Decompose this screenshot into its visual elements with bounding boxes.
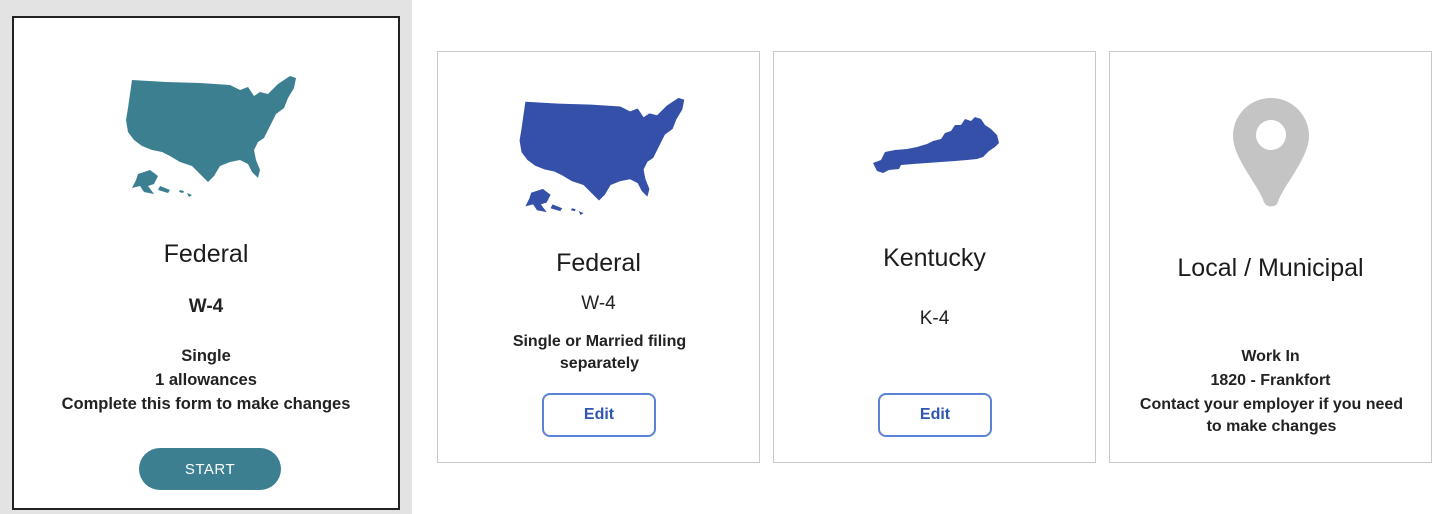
allowances: 1 allowances [155,371,257,389]
filing-status: Single or Married filing separately [512,333,687,372]
kentucky-card: Kentucky K-4 Edit [773,51,1096,463]
kentucky-map-icon [873,117,999,173]
edit-button[interactable]: Edit [878,393,992,437]
form-code: W-4 [581,293,616,314]
card-title: Local / Municipal [1177,254,1364,282]
usa-map-icon [126,76,296,197]
work-location: 1820 - Frankfort [1210,372,1331,389]
card-note: Contact your employer if you need to mak… [1139,396,1404,435]
start-button[interactable]: START [139,448,281,490]
federal-card-selected: Federal W-4 Single 1 allowances Complete… [12,16,400,510]
selected-card-frame: Federal W-4 Single 1 allowances Complete… [0,0,412,514]
form-code: W-4 [188,296,224,317]
card-info: Single 1 allowances Complete this form t… [14,344,398,416]
usa-map-icon [519,97,685,216]
card-note: Complete this form to make changes [61,395,351,413]
edit-button[interactable]: Edit [542,393,656,437]
local-municipal-card: Local / Municipal Work In 1820 - Frankfo… [1109,51,1432,463]
card-title: Federal [163,240,249,268]
filing-status: Single [181,347,231,365]
form-code: K-4 [919,308,950,329]
location-pin-icon [1233,98,1309,207]
federal-card: Federal W-4 Single or Married filing sep… [437,51,760,463]
work-in-label: Work In [1241,348,1300,365]
card-title: Kentucky [883,244,986,272]
card-title: Federal [556,249,641,277]
